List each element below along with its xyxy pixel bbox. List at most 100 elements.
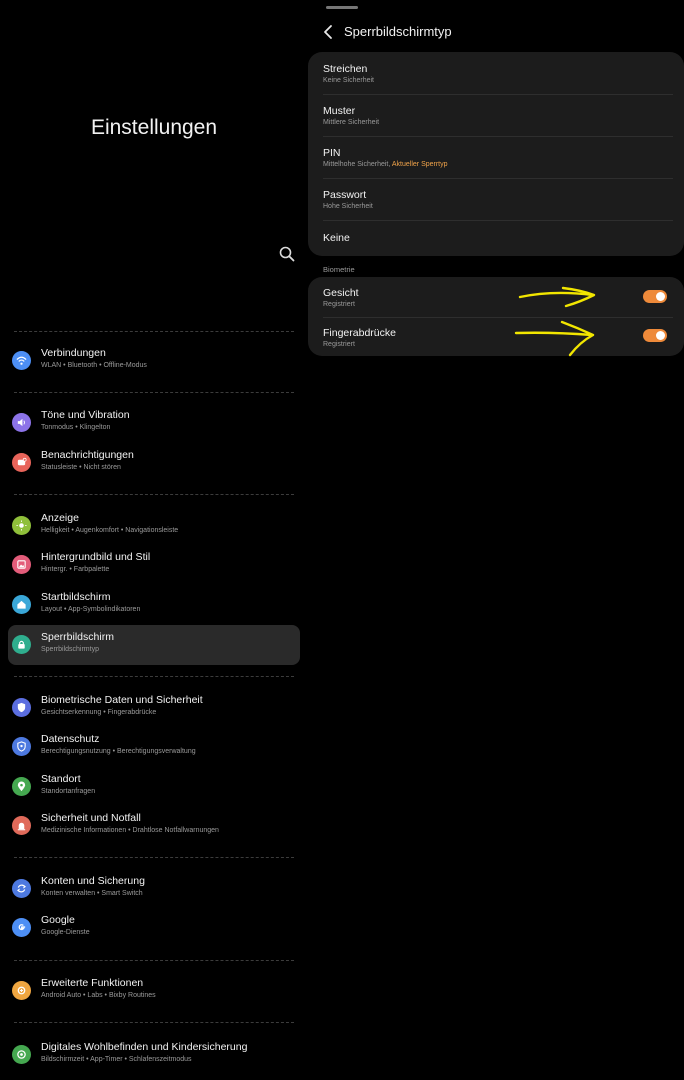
lock-icon bbox=[12, 635, 31, 654]
item-title: Töne und Vibration bbox=[41, 409, 130, 421]
search-icon[interactable] bbox=[278, 245, 296, 263]
divider bbox=[323, 178, 673, 179]
option-subtitle: Registriert bbox=[323, 341, 355, 348]
face-toggle[interactable] bbox=[643, 290, 667, 303]
privacy-icon bbox=[12, 737, 31, 756]
item-title: Konten und Sicherung bbox=[41, 875, 145, 887]
home-icon bbox=[12, 595, 31, 614]
option-subtitle: Mittelhohe Sicherheit, Aktueller Sperrty… bbox=[323, 161, 448, 168]
google-icon bbox=[12, 918, 31, 937]
item-title: Benachrichtigungen bbox=[41, 449, 134, 461]
location-icon bbox=[12, 777, 31, 796]
settings-item-notfall[interactable]: Sicherheit und Notfall Medizinische Info… bbox=[8, 806, 300, 846]
item-title: Sicherheit und Notfall bbox=[41, 812, 141, 824]
option-subtitle: Mittlere Sicherheit bbox=[323, 119, 380, 126]
lock-option-pin[interactable]: PIN Mittelhohe Sicherheit, Aktueller Spe… bbox=[323, 147, 684, 177]
notification-icon bbox=[12, 453, 31, 472]
gear-plus-icon bbox=[12, 981, 31, 1000]
divider bbox=[323, 136, 673, 137]
wifi-icon bbox=[12, 351, 31, 370]
option-title: Muster bbox=[323, 105, 356, 117]
item-title: Sperrbildschirm bbox=[41, 631, 114, 643]
settings-item-datenschutz[interactable]: Datenschutz Berechtigungsnutzung • Berec… bbox=[8, 727, 300, 767]
option-title: Passwort bbox=[323, 189, 367, 201]
divider bbox=[14, 857, 294, 858]
settings-item-biometrie[interactable]: Biometrische Daten und Sicherheit Gesich… bbox=[8, 688, 300, 728]
emergency-icon bbox=[12, 816, 31, 835]
divider bbox=[14, 392, 294, 393]
wallpaper-icon bbox=[12, 555, 31, 574]
item-title: Standort bbox=[41, 773, 81, 785]
settings-item-wohlbefinden[interactable]: Digitales Wohlbefinden und Kindersicheru… bbox=[8, 1035, 300, 1075]
settings-title: Einstellungen bbox=[90, 116, 218, 139]
item-subtitle: Standortanfragen bbox=[41, 788, 96, 795]
biometric-face-row[interactable]: Gesicht Registriert bbox=[323, 287, 684, 317]
settings-item-konten[interactable]: Konten und Sicherung Konten verwalten • … bbox=[8, 869, 300, 909]
settings-item-sperrbildschirm[interactable]: Sperrbildschirm Sperrbildschirmtyp bbox=[8, 625, 300, 665]
item-title: Google bbox=[41, 914, 75, 926]
toggle-knob bbox=[656, 292, 665, 301]
option-subtitle: Registriert bbox=[323, 301, 355, 308]
item-subtitle: Layout • App-Symbolindikatoren bbox=[41, 606, 141, 613]
item-subtitle: Bildschirmzeit • App-Timer • Schlafensze… bbox=[41, 1056, 192, 1063]
settings-item-google[interactable]: Google Google-Dienste bbox=[8, 908, 300, 948]
settings-item-toene[interactable]: Töne und Vibration Tonmodus • Klingelton bbox=[8, 403, 300, 443]
settings-item-startbildschirm[interactable]: Startbildschirm Layout • App-Symbolindik… bbox=[8, 585, 300, 625]
section-label-biometrie: Biometrie bbox=[323, 265, 355, 274]
option-title: PIN bbox=[323, 147, 341, 159]
settings-item-anzeige[interactable]: Anzeige Helligkeit • Augenkomfort • Navi… bbox=[8, 506, 300, 546]
option-subtitle: Keine Sicherheit bbox=[323, 77, 374, 84]
shield-icon bbox=[12, 698, 31, 717]
lock-option-keine[interactable]: Keine bbox=[323, 232, 684, 252]
settings-item-benachrichtigungen[interactable]: Benachrichtigungen Statusleiste • Nicht … bbox=[8, 443, 300, 483]
item-subtitle: Sperrbildschirmtyp bbox=[41, 646, 99, 653]
lock-option-passwort[interactable]: Passwort Hohe Sicherheit bbox=[323, 189, 684, 219]
sound-icon bbox=[12, 413, 31, 432]
item-title: Hintergrundbild und Stil bbox=[41, 551, 151, 563]
item-subtitle: Google-Dienste bbox=[41, 929, 90, 936]
item-subtitle: Hintergr. • Farbpalette bbox=[41, 566, 110, 573]
item-subtitle: Android Auto • Labs • Bixby Routines bbox=[41, 992, 156, 999]
item-title: Verbindungen bbox=[41, 347, 106, 359]
lock-option-muster[interactable]: Muster Mittlere Sicherheit bbox=[323, 105, 684, 135]
divider bbox=[14, 494, 294, 495]
option-title: Keine bbox=[323, 232, 350, 244]
lock-type-panel: Sperrbildschirmtyp Streichen Keine Siche… bbox=[308, 0, 684, 1080]
fingerprint-toggle[interactable] bbox=[643, 329, 667, 342]
divider bbox=[323, 220, 673, 221]
annotation-arrows-icon bbox=[514, 286, 596, 357]
toggle-knob bbox=[656, 331, 665, 340]
lock-option-streichen[interactable]: Streichen Keine Sicherheit bbox=[323, 63, 684, 93]
divider bbox=[14, 960, 294, 961]
settings-item-verbindungen[interactable]: Verbindungen WLAN • Bluetooth • Offline-… bbox=[8, 341, 300, 381]
item-title: Digitales Wohlbefinden und Kindersicheru… bbox=[41, 1041, 248, 1053]
item-subtitle: WLAN • Bluetooth • Offline-Modus bbox=[41, 362, 147, 369]
divider bbox=[14, 331, 294, 332]
item-subtitle: Statusleiste • Nicht stören bbox=[41, 464, 121, 471]
divider bbox=[14, 676, 294, 677]
item-subtitle: Tonmodus • Klingelton bbox=[41, 424, 111, 431]
item-subtitle: Konten verwalten • Smart Switch bbox=[41, 890, 143, 897]
page-title: Sperrbildschirmtyp bbox=[344, 24, 452, 39]
drag-handle[interactable] bbox=[326, 6, 358, 9]
divider bbox=[323, 94, 673, 95]
item-title: Startbildschirm bbox=[41, 591, 111, 603]
item-subtitle: Gesichtserkennung • Fingerabdrücke bbox=[41, 709, 157, 716]
item-title: Erweiterte Funktionen bbox=[41, 977, 144, 989]
option-title: Streichen bbox=[323, 63, 368, 75]
option-subtitle: Hohe Sicherheit bbox=[323, 203, 373, 210]
item-title: Biometrische Daten und Sicherheit bbox=[41, 694, 203, 706]
current-lock-badge: Aktueller Sperrtyp bbox=[391, 161, 448, 168]
settings-item-erweitert[interactable]: Erweiterte Funktionen Android Auto • Lab… bbox=[8, 971, 300, 1011]
item-subtitle: Medizinische Informationen • Drahtlose N… bbox=[41, 827, 219, 834]
item-title: Datenschutz bbox=[41, 733, 100, 745]
back-icon[interactable] bbox=[322, 24, 336, 40]
option-subtitle-text: Mittelhohe Sicherheit, bbox=[323, 161, 391, 168]
settings-item-standort[interactable]: Standort Standortanfragen bbox=[8, 767, 300, 807]
settings-panel: Einstellungen Verbindungen WLAN • Blueto… bbox=[0, 0, 308, 1080]
option-title: Gesicht bbox=[323, 287, 359, 299]
settings-item-hintergrundbild[interactable]: Hintergrundbild und Stil Hintergr. • Far… bbox=[8, 545, 300, 585]
biometric-fingerprint-row[interactable]: Fingerabdrücke Registriert bbox=[323, 327, 684, 357]
lock-type-card: Streichen Keine Sicherheit Muster Mittle… bbox=[308, 52, 684, 256]
biometrics-card: Gesicht Registriert Fingerabdrücke Regis… bbox=[308, 277, 684, 356]
